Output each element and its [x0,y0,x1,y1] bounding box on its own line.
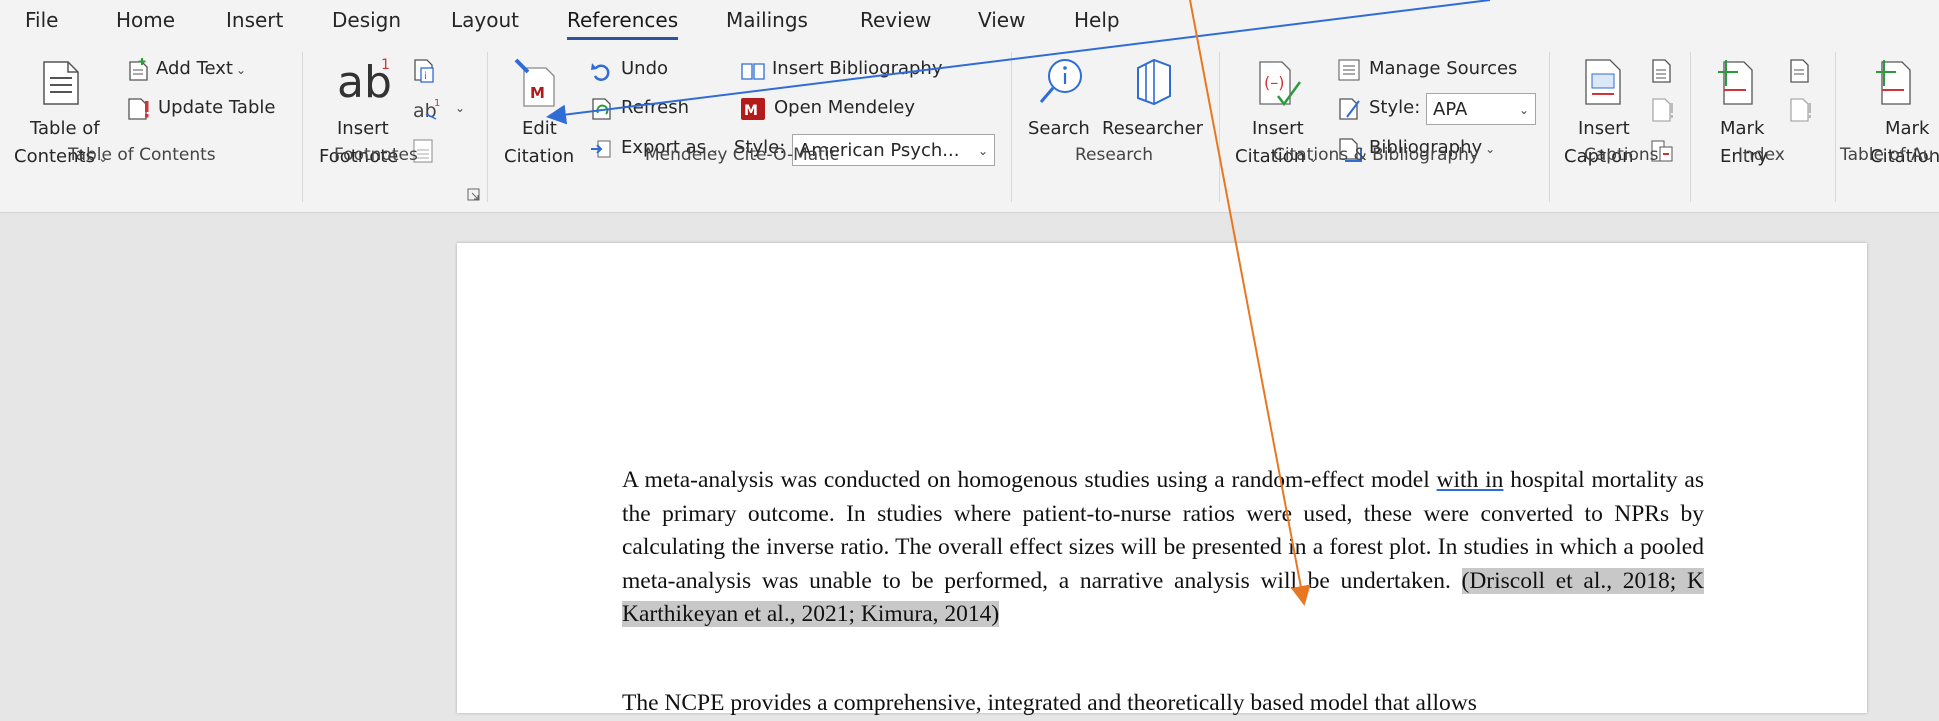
open-mendeley-button[interactable]: M Open Mendeley [738,97,948,125]
mark-entry-icon [1718,60,1753,105]
chevron-down-icon: ⌄ [1518,103,1529,117]
edit-citation-line2: Citation [504,146,575,167]
group-separator [1011,52,1012,202]
researcher-icon [1137,58,1171,106]
tab-file[interactable]: File [25,8,58,32]
add-text-icon [129,58,148,81]
grammar-flagged-text[interactable]: with in [1437,467,1504,493]
undo-label: Undo [621,58,669,79]
table-of-contents-icon [43,61,79,105]
chevron-down-icon: ⌄ [977,144,988,158]
svg-text:i: i [424,71,427,82]
insert-footnote-line1: Insert [337,118,389,139]
group-separator [487,52,488,202]
insert-caption-icon [1585,59,1621,105]
svg-text:M: M [744,103,758,119]
citation-style-button: Style: [1335,97,1420,125]
tab-help[interactable]: Help [1074,8,1120,32]
manage-sources-icon [1338,59,1360,81]
search-icon [1039,59,1082,103]
mark-citation-icon [1876,60,1911,105]
group-label-table-of-authorities: Table of Au [1840,145,1934,165]
mendeley-undo-button[interactable]: Undo [588,58,688,86]
add-text-label: Add Text [156,58,233,79]
researcher-label: Researcher [1102,118,1204,139]
insert-citation-line1: Insert [1252,118,1304,139]
tab-references[interactable]: References [567,8,679,40]
tab-view[interactable]: View [978,8,1025,32]
tab-insert[interactable]: Insert [226,8,283,32]
refresh-icon [592,98,611,120]
mark-citation-line1: Mark [1885,118,1930,139]
group-label-index: Index [1738,145,1785,165]
update-table-button[interactable]: Update Table [125,97,285,125]
update-index-icon[interactable] [1788,97,1814,123]
group-separator [1219,52,1220,202]
edit-citation-button[interactable]: M Edit Citation [500,56,580,174]
mendeley-logo-icon: M [741,98,765,120]
search-label: Search [1028,118,1090,139]
citation-style-label: Style: [1369,97,1421,118]
tab-layout[interactable]: Layout [451,8,519,32]
toc-label-line1: Table of [30,118,100,139]
mark-entry-line1: Mark [1720,118,1765,139]
insert-index-icon[interactable] [1788,58,1812,84]
paragraph-1[interactable]: A meta-analysis was conducted on homogen… [622,464,1704,632]
open-mendeley-label: Open Mendeley [774,97,916,118]
ribbon-tab-bar: File Home Insert Design Layout Reference… [0,0,1939,40]
group-label-captions: Captions [1584,145,1659,165]
insert-endnote-icon[interactable]: i [412,58,438,86]
group-label-footnotes: Footnotes [334,145,418,165]
manage-sources-button[interactable]: Manage Sources [1335,58,1518,86]
group-label-toc: Table of Contents [68,145,216,165]
group-separator [1835,52,1836,202]
citation-style-value: APA [1433,99,1468,120]
insert-caption-line1: Insert [1578,118,1630,139]
document-page[interactable]: A meta-analysis was conducted on homogen… [457,243,1867,716]
group-label-citations: Citations & Bibliography [1273,145,1480,165]
insert-bibliography-button[interactable]: Insert Bibliography [738,58,948,86]
insert-citation-icon: (–) [1259,61,1302,107]
undo-icon [591,63,610,81]
book-icon [741,63,765,80]
svg-text:1: 1 [434,98,440,109]
group-separator [302,52,303,202]
next-footnote-icon: ab 1 [413,98,440,122]
tab-home[interactable]: Home [116,8,175,32]
group-label-research: Research [1075,145,1153,165]
footnotes-dialog-launcher-icon[interactable] [467,188,481,202]
edit-citation-line1: Edit [522,118,557,139]
mendeley-edit-citation-icon: M [514,58,555,107]
group-separator [1690,52,1691,202]
update-table-of-figures-icon[interactable] [1650,97,1676,123]
svg-text:(–): (–) [1264,73,1284,92]
next-footnote-dropdown-icon: ⌄ [455,101,466,115]
insert-bibliography-label: Insert Bibliography [772,58,943,79]
paragraph-2[interactable]: The NCPE provides a comprehensive, integ… [622,687,1704,721]
svg-text:M: M [530,84,545,102]
mendeley-refresh-button[interactable]: Refresh [588,97,698,125]
tab-mailings[interactable]: Mailings [726,8,808,32]
update-table-label: Update Table [158,97,276,118]
manage-sources-label: Manage Sources [1369,58,1518,79]
add-text-button[interactable]: Add Text ⌄ [125,58,265,86]
style-icon [1339,98,1360,120]
ribbon [0,40,1939,213]
group-separator [1549,52,1550,202]
insert-table-of-figures-icon[interactable] [1650,58,1674,84]
tab-design[interactable]: Design [332,8,401,32]
refresh-label: Refresh [621,97,689,118]
export-icon [591,140,611,158]
update-table-icon [128,98,149,120]
group-label-mendeley: Mendeley Cite-O-Matic [645,145,839,165]
footnote-superscript: 1 [381,57,390,73]
next-footnote-button[interactable]: ab 1 ⌄ [410,97,470,125]
citation-style-select[interactable]: APA ⌄ [1426,93,1536,125]
tab-review[interactable]: Review [860,8,931,32]
